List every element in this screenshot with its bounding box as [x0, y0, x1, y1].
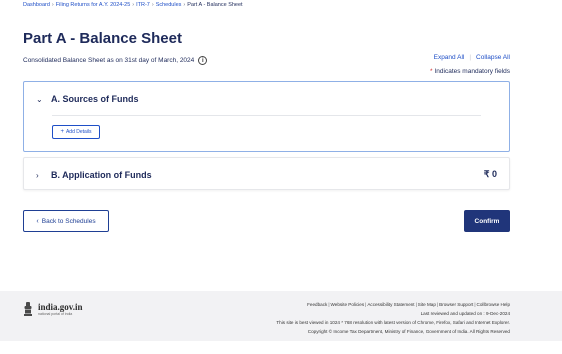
footer-link-separator: | — [436, 302, 439, 307]
breadcrumb: Dashboard › Filing Returns for A.Y. 2024-2… — [23, 2, 243, 8]
info-icon[interactable]: i — [198, 56, 208, 65]
footer: india.gov.in national portal of india Fe… — [0, 291, 562, 341]
sources-of-funds-panel: ⌄ A. Sources of Funds + Add Details — [23, 81, 510, 152]
breadcrumb-dashboard[interactable]: Dashboard — [23, 2, 50, 8]
subtitle-text: Consolidated Balance Sheet as on 31st da… — [23, 57, 195, 64]
footer-link-feedback[interactable]: Feedback — [307, 302, 327, 307]
footer-resolution: This site is best viewed in 1024 * 768 r… — [276, 320, 510, 325]
add-details-label: Add Details — [65, 129, 92, 135]
divider — [52, 115, 481, 116]
add-details-button[interactable]: + Add Details — [52, 125, 100, 139]
breadcrumb-itr7[interactable]: ITR-7 — [136, 2, 150, 8]
application-of-funds-title: B. Application of Funds — [51, 170, 152, 180]
footer-link-accessibility[interactable]: Accessibility Statement — [367, 302, 414, 307]
logo-text: india.gov.in national portal of india — [38, 302, 83, 316]
breadcrumb-separator: › — [151, 2, 154, 8]
breadcrumb-schedules[interactable]: Schedules — [156, 2, 182, 8]
breadcrumb-separator: › — [183, 2, 186, 8]
footer-link-browser-support[interactable]: Browser Support — [439, 302, 473, 307]
footer-link-separator: | — [474, 302, 476, 307]
chevron-down-icon[interactable]: ⌄ — [36, 95, 48, 104]
footer-link-site-map[interactable]: Site Map — [418, 302, 436, 307]
footer-link-collbrowse-help[interactable]: Collbrowse Help — [477, 302, 510, 307]
sources-of-funds-title: A. Sources of Funds — [51, 94, 139, 104]
mandatory-star: * — [429, 68, 433, 75]
footer-info: Feedback|Website Policies|Accessibility … — [276, 300, 510, 336]
application-of-funds-header[interactable]: › B. Application of Funds — [36, 170, 152, 180]
application-of-funds-panel: › B. Application of Funds ₹ 0 — [23, 157, 510, 190]
india-gov-logo[interactable]: india.gov.in national portal of india — [23, 301, 83, 317]
page-title: Part A - Balance Sheet — [23, 30, 182, 47]
chevron-left-icon: ‹ — [36, 217, 39, 225]
logo-sub-text: national portal of india — [38, 312, 73, 316]
footer-link-separator: | — [415, 302, 417, 307]
application-of-funds-amount: ₹ 0 — [483, 169, 497, 179]
mandatory-note: * Indicates mandatory fields — [430, 68, 510, 75]
breadcrumb-separator: › — [51, 2, 54, 8]
back-to-schedules-label: Back to Schedules — [41, 217, 96, 225]
footer-link-website-policies[interactable]: Website Policies — [331, 302, 365, 307]
footer-copyright: Copyright © Income Tax Department, Minis… — [307, 329, 510, 334]
breadcrumb-separator: › — [132, 2, 135, 8]
logo-main-text: india.gov.in — [38, 302, 83, 312]
confirm-button[interactable]: Confirm — [464, 210, 510, 232]
chevron-right-icon[interactable]: › — [36, 171, 48, 180]
footer-links: Feedback|Website Policies|Accessibility … — [276, 300, 510, 309]
expand-collapse-links: Expand All | Collapse All — [434, 54, 510, 61]
back-to-schedules-button[interactable]: ‹ Back to Schedules — [23, 210, 109, 232]
mandatory-text: Indicates mandatory fields — [434, 68, 510, 75]
breadcrumb-current: Part A - Balance Sheet — [187, 2, 243, 8]
collapse-all-link[interactable]: Collapse All — [476, 54, 510, 61]
link-divider: | — [469, 54, 472, 61]
national-emblem-icon — [24, 302, 32, 316]
plus-icon: + — [60, 129, 64, 135]
footer-link-separator: | — [328, 302, 330, 307]
sources-of-funds-header[interactable]: ⌄ A. Sources of Funds — [36, 94, 139, 104]
expand-all-link[interactable]: Expand All — [434, 54, 465, 61]
footer-updated: Last reviewed and updated on : 9-Dec-202… — [420, 311, 510, 316]
breadcrumb-filing-returns[interactable]: Filing Returns for A.Y. 2024-25 — [56, 2, 131, 8]
page-subtitle: Consolidated Balance Sheet as on 31st da… — [23, 56, 208, 65]
